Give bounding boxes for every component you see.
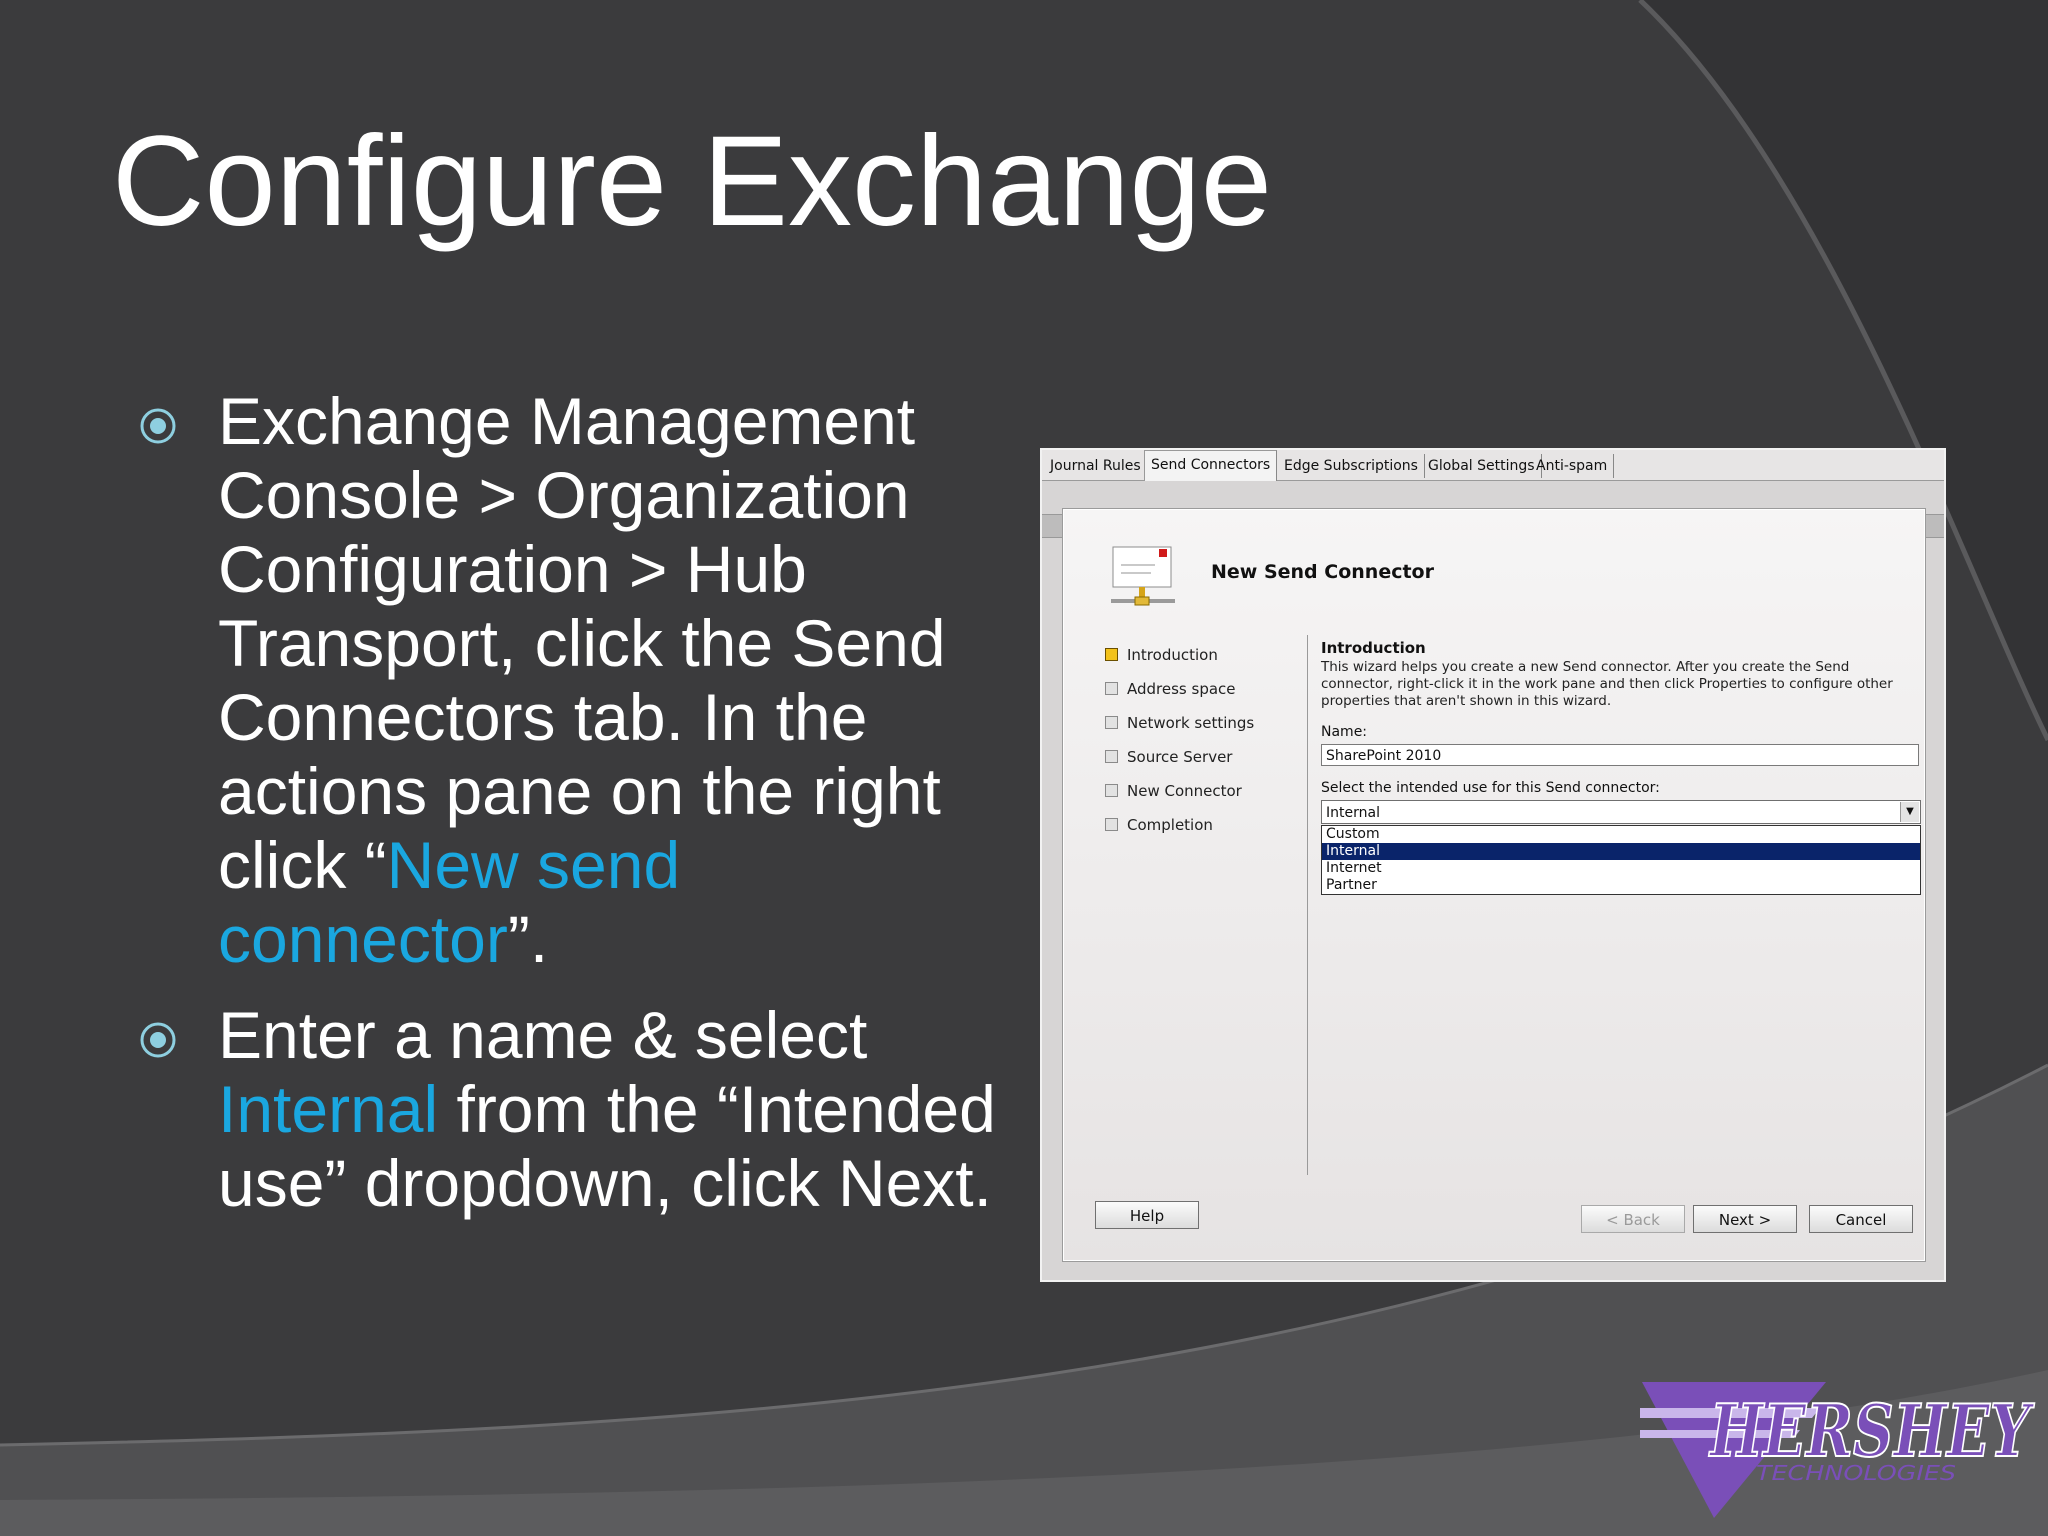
tab-send-connectors[interactable]: Send Connectors [1144, 450, 1278, 481]
svg-text:TECHNOLOGIES: TECHNOLOGIES [1756, 1461, 1956, 1485]
wizard-content: Introduction This wizard helps you creat… [1321, 635, 1921, 895]
name-label: Name: [1321, 724, 1368, 740]
intended-use-dropdown[interactable]: Internal ▼ [1321, 800, 1921, 824]
next-button[interactable]: Next > [1693, 1205, 1797, 1233]
bullet-text: Enter a name & select [218, 998, 868, 1072]
wizard-step-source-server: Source Server [1105, 747, 1305, 781]
dropdown-arrow-icon[interactable]: ▼ [1900, 802, 1919, 822]
highlighted-text: Internal [218, 1072, 439, 1146]
intended-use-value: Internal [1326, 805, 1380, 821]
option-custom[interactable]: Custom [1322, 826, 1920, 843]
bullet-item: Exchange Management Console > Organizati… [138, 384, 998, 976]
step-status-icon [1105, 750, 1118, 763]
wizard-step-completion: Completion [1105, 815, 1305, 849]
dialog-title: New Send Connector [1211, 561, 1434, 583]
divider [1307, 635, 1308, 1175]
new-send-connector-dialog: New Send Connector Introduction Address s… [1062, 508, 1926, 1262]
cancel-button[interactable]: Cancel [1809, 1205, 1913, 1233]
option-internet[interactable]: Internet [1322, 860, 1920, 877]
send-connector-icon [1111, 546, 1175, 606]
bullet-circle-icon [140, 408, 176, 444]
tab-journal-rules[interactable]: Journal Rules [1044, 454, 1148, 478]
intended-use-label: Select the intended use for this Send co… [1321, 780, 1660, 796]
content-description: This wizard helps you create a new Send … [1321, 659, 1893, 709]
tab-edge-subscriptions[interactable]: Edge Subscriptions [1278, 454, 1425, 478]
wizard-step-address-space: Address space [1105, 679, 1305, 713]
bullet-circle-icon [140, 1022, 176, 1058]
step-label: Source Server [1127, 748, 1233, 766]
step-label: Completion [1127, 816, 1213, 834]
wizard-step-network-settings: Network settings [1105, 713, 1305, 747]
bullet-text: ”. [507, 902, 549, 976]
exchange-console-screenshot: Journal Rules Send Connectors Edge Subscri… [1040, 448, 1946, 1282]
tab-anti-spam[interactable]: Anti-spam [1530, 454, 1615, 478]
step-label: Address space [1127, 680, 1236, 698]
slide: Configure Exchange Exchange Management C… [0, 0, 2048, 1536]
bullet-item: Enter a name & select Internal from the … [138, 998, 998, 1220]
slide-title: Configure Exchange [112, 110, 1272, 253]
intended-use-options: Custom Internal Internet Partner [1321, 825, 1921, 895]
step-status-icon [1105, 648, 1118, 661]
wizard-step-new-connector: New Connector [1105, 781, 1305, 815]
wizard-step-introduction: Introduction [1105, 645, 1305, 679]
step-status-icon [1105, 682, 1118, 695]
step-status-icon [1105, 716, 1118, 729]
hershey-logo: HERSHEY TECHNOLOGIES [1640, 1382, 2036, 1518]
option-partner[interactable]: Partner [1322, 877, 1920, 894]
bullet-text: Exchange Management Console > Organizati… [218, 384, 946, 902]
option-internal[interactable]: Internal [1322, 843, 1920, 860]
back-button[interactable]: < Back [1581, 1205, 1685, 1233]
step-status-icon [1105, 784, 1118, 797]
step-label: Introduction [1127, 646, 1218, 664]
step-label: Network settings [1127, 714, 1255, 732]
content-heading: Introduction [1321, 639, 1426, 657]
wizard-steps: Introduction Address space Network setting… [1105, 645, 1305, 849]
help-button[interactable]: Help [1095, 1201, 1199, 1229]
tab-global-settings[interactable]: Global Settings [1422, 454, 1542, 478]
bullet-list: Exchange Management Console > Organizati… [138, 384, 998, 1242]
tab-bar: Journal Rules Send Connectors Edge Subscri… [1042, 450, 1944, 481]
name-input[interactable]: SharePoint 2010 [1321, 744, 1919, 766]
step-status-icon [1105, 818, 1118, 831]
step-label: New Connector [1127, 782, 1242, 800]
